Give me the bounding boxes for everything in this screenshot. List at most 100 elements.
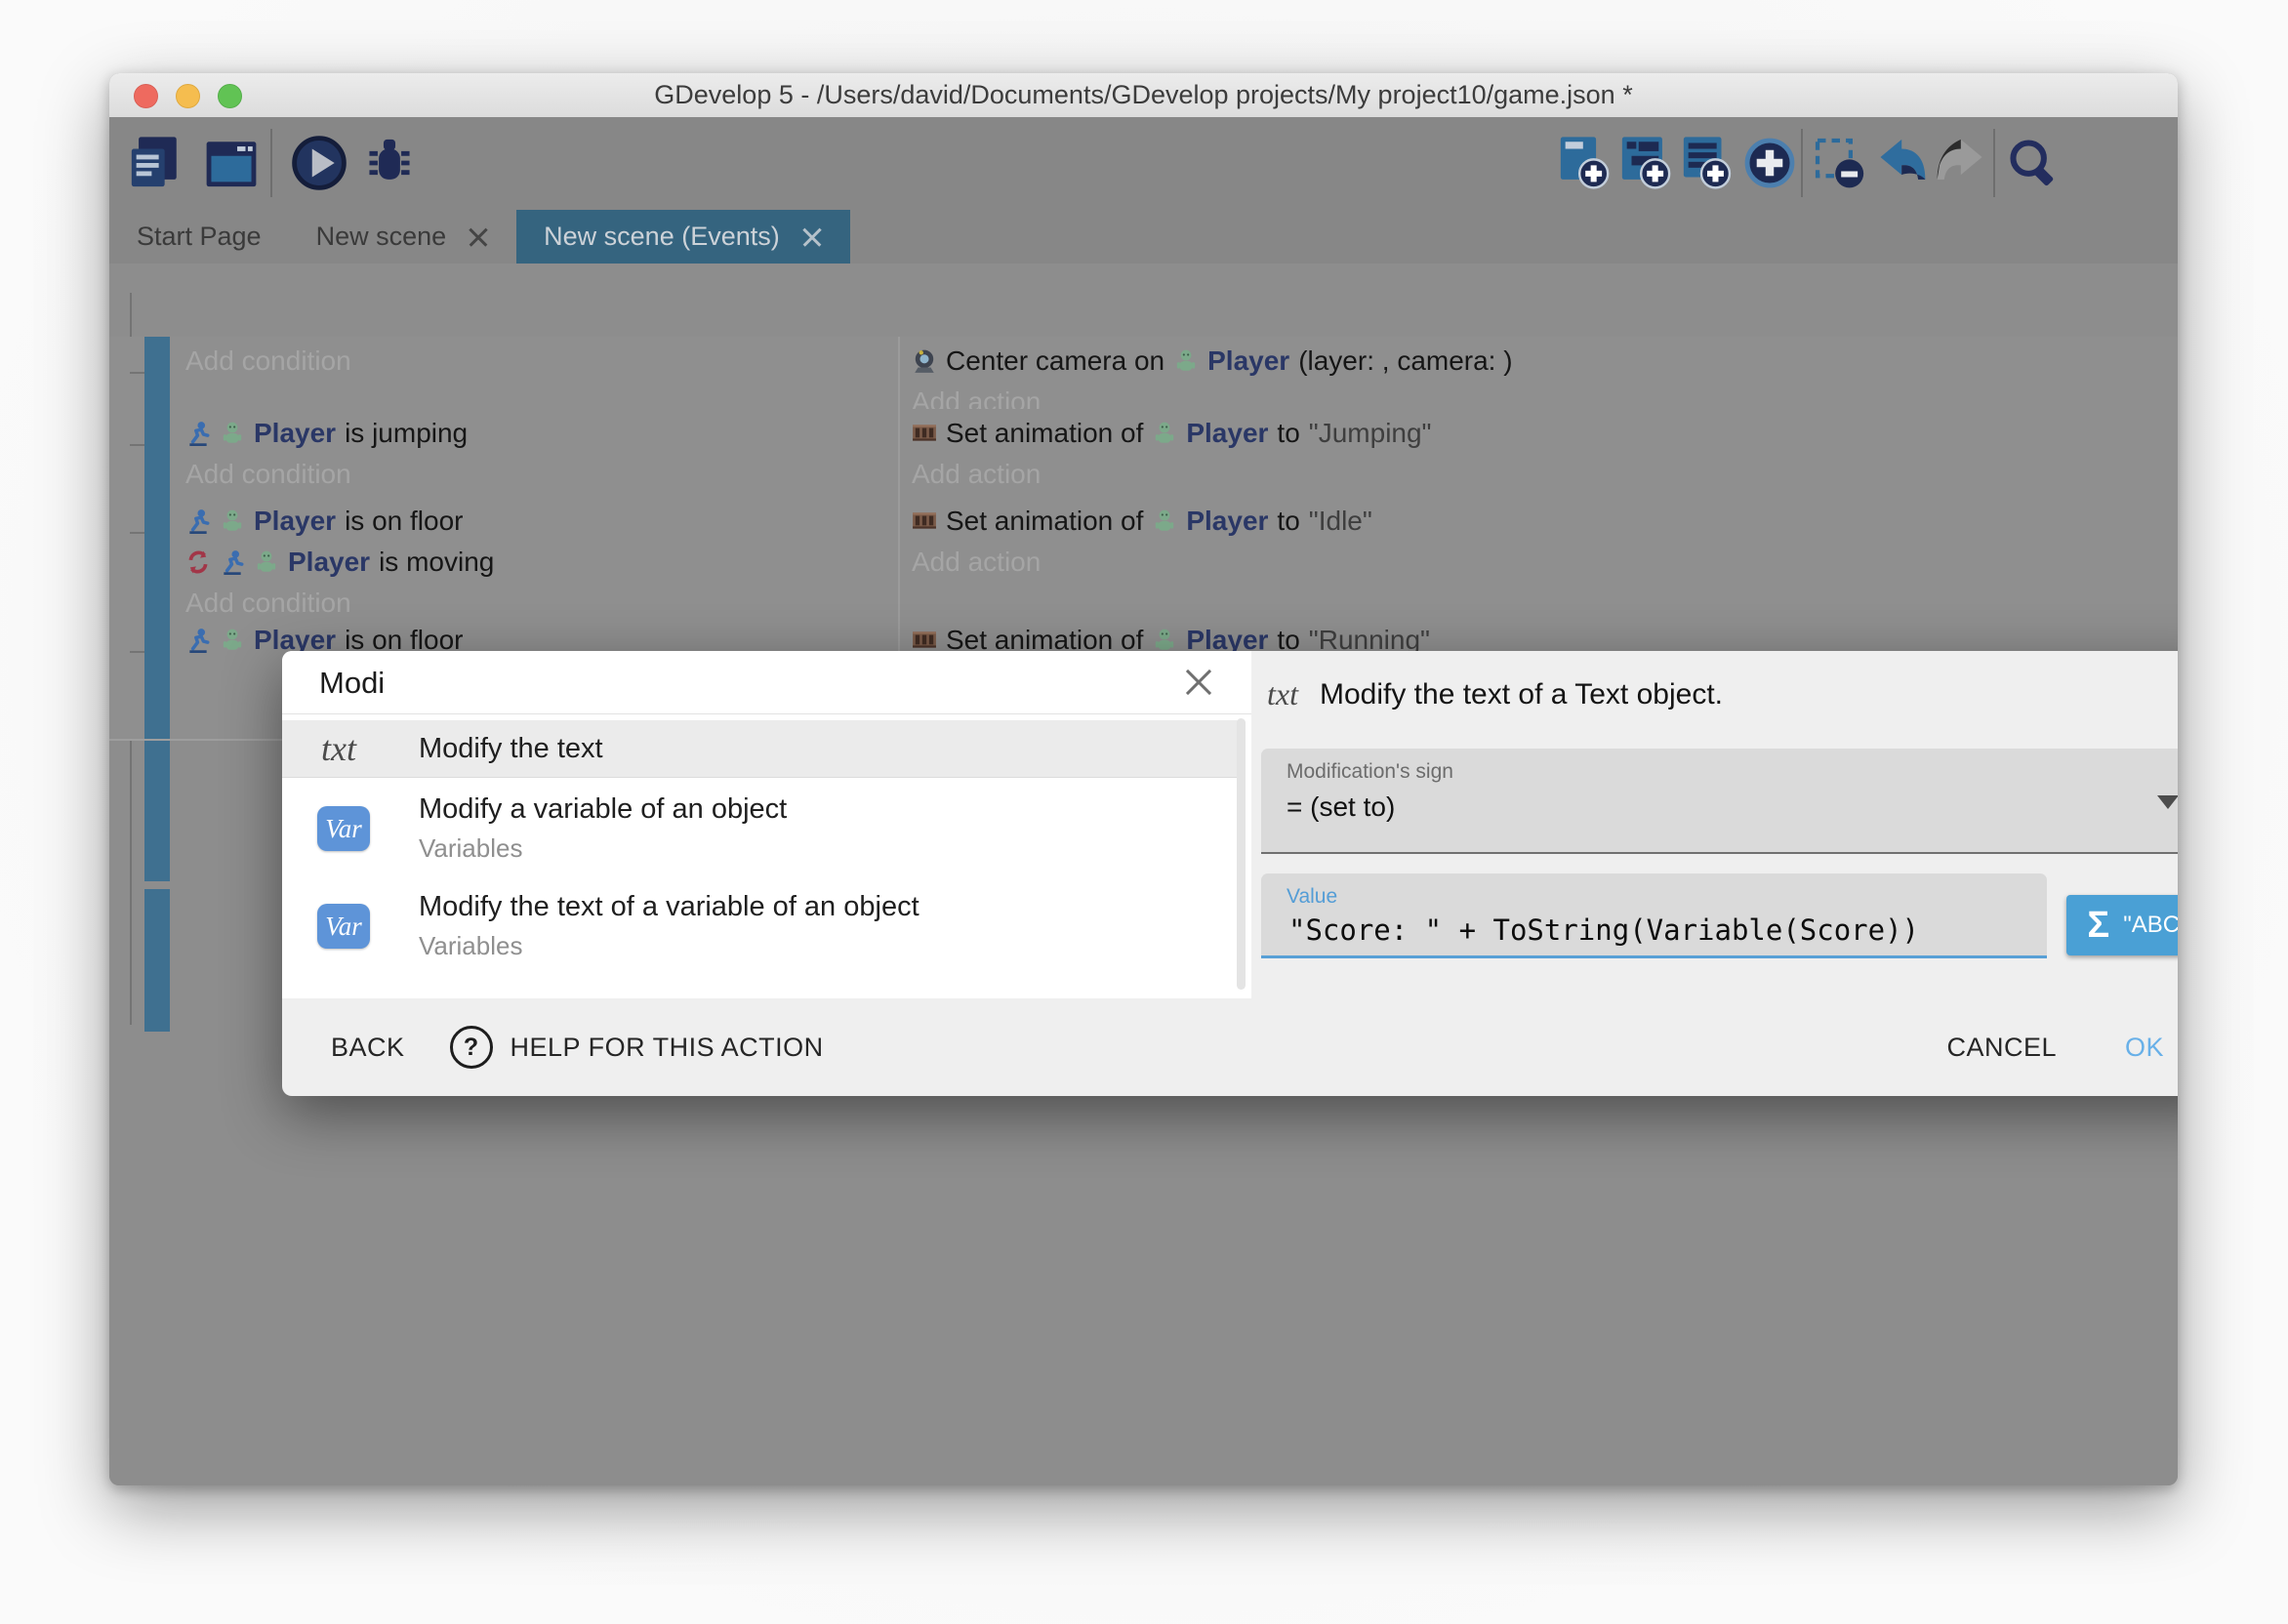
instruction-list-panel: Var Modify the text of a variable of an o… [282,651,1251,998]
desktop: GDevelop 5 - /Users/david/Documents/GDev… [0,0,2288,1624]
add-event-icon[interactable] [1556,135,1613,191]
event-bar[interactable] [144,409,170,497]
player-icon [1152,508,1177,534]
event-row: Player is jumpingAdd condition Set animat… [109,409,2178,499]
close-tab-icon[interactable] [801,226,823,248]
list-item-title: Modify the text [419,733,1238,765]
player-icon [220,508,245,534]
value-field[interactable]: Value [1261,873,2047,958]
tab-label: New scene (Events) [544,222,780,252]
debug-icon[interactable] [361,135,418,191]
undo-icon[interactable] [1872,135,1929,191]
event-instruction[interactable]: Player is jumping [185,414,888,453]
search-input[interactable] [317,661,1141,706]
add-condition-button[interactable]: Add condition [185,455,888,494]
event-bar[interactable] [144,616,170,739]
scrollbar[interactable] [1237,718,1246,990]
event-instruction[interactable]: Player is moving [185,543,888,582]
list-item[interactable]: txtModify the text [282,720,1238,778]
project-manager-icon[interactable] [127,135,184,191]
add-action-button[interactable]: Add action [912,455,2168,494]
add-action-button[interactable]: Add action [912,543,2168,582]
event-instruction[interactable]: Set animation of Player to "Idle" [912,502,2168,541]
conditions-cell: Player is jumpingAdd condition [185,409,888,497]
tab-new-scene-events[interactable]: New scene (Events) [516,210,850,264]
instruction-text: to [1277,506,1299,537]
var-icon: Var [317,904,370,949]
back-button[interactable]: BACK [331,1033,405,1063]
instruction-header: txt Modify the text of a Text object. [1267,676,1723,712]
object-name: Player [254,418,336,449]
runner-icon [185,421,211,446]
tab-start-page[interactable]: Start Page [109,210,289,264]
window-title: GDevelop 5 - /Users/david/Documents/GDev… [109,73,2178,117]
gdevelop-window: GDevelop 5 - /Users/david/Documents/GDev… [109,73,2178,1485]
instruction-text: to [1277,418,1299,449]
search-row [282,651,1251,714]
invert-icon [185,549,211,575]
expression-builder-button[interactable]: Σ "ABC" [2066,895,2178,955]
object-name: Player [254,506,336,537]
object-name: Player [1207,345,1289,377]
search-icon[interactable] [2005,135,2062,191]
value-input[interactable] [1287,909,2022,952]
player-icon [220,628,245,653]
redo-icon[interactable] [1934,135,1990,191]
player-icon [1152,628,1177,653]
object-name: Player [1186,418,1268,449]
toolbar-separator [270,129,272,197]
event-tree-stub [130,372,144,374]
list-item[interactable]: VarModify a variable of an objectVariabl… [282,785,1238,873]
event-tree-stub [130,532,144,534]
toolbar [109,117,2178,210]
add-subevent-icon[interactable] [1617,135,1674,191]
event-bar[interactable] [144,497,170,616]
tab-label: Start Page [137,222,262,252]
close-icon[interactable] [1183,667,1214,698]
dialog-footer: BACK ? HELP FOR THIS ACTION CANCEL OK [282,998,2178,1096]
delete-event-icon[interactable] [1812,135,1868,191]
column-divider [898,409,900,497]
field-value: = (set to) [1287,792,1395,823]
help-icon: ? [450,1026,493,1069]
instruction-text: is on floor [345,506,463,537]
actions-cell: Set animation of Player to "Jumping"Add … [912,409,2168,497]
instruction-text: Center camera on [946,345,1164,377]
ok-button[interactable]: OK [2125,1033,2164,1063]
event-bar[interactable] [144,337,170,409]
list-item[interactable]: Var Modify the text of a variable of an o… [282,882,1238,970]
field-label: Value [1287,885,1337,909]
modification-sign-select[interactable]: Modification's sign = (set to) [1261,749,2178,854]
conditions-cell: Add condition [185,337,888,409]
cancel-button[interactable]: CANCEL [1946,1033,2057,1063]
event-instruction[interactable]: Set animation of Player to "Jumping" [912,414,2168,453]
help-button[interactable]: ? HELP FOR THIS ACTION [450,1026,824,1069]
event-tree-stub [130,444,144,446]
add-circle-icon[interactable] [1741,135,1798,191]
abc-label: "ABC" [2123,912,2178,939]
tab-label: New scene [316,222,447,252]
event-instruction[interactable]: Player is on floor [185,502,888,541]
film-icon [912,421,937,446]
list-item-title: Modify a variable of an object [419,793,1238,826]
close-tab-icon[interactable] [468,226,489,248]
add-comment-icon[interactable] [1679,135,1736,191]
instruction-text: "Idle" [1309,506,1372,537]
list-item-title: Modify the text of a variable of an obje… [419,891,1238,923]
player-icon [1152,421,1177,446]
tab-bar: Start Page New scene New scene (Events) [109,210,2178,264]
sigma-icon: Σ [2087,907,2109,944]
instruction-text: Set animation of [946,418,1143,449]
add-condition-button[interactable]: Add condition [185,342,888,381]
scene-editor-icon[interactable] [203,135,260,191]
tab-new-scene[interactable]: New scene [289,210,517,264]
event-instruction[interactable]: Center camera on Player (layer: , camera… [912,342,2168,381]
instruction-title: Modify the text of a Text object. [1320,678,1723,711]
event-bar [144,889,170,1032]
actions-cell: Set animation of Player to "Idle"Add act… [912,497,2168,616]
object-name: Player [1186,506,1268,537]
play-icon[interactable] [291,135,347,191]
film-icon [912,508,937,534]
list-item-subtitle: Variables [419,833,1238,864]
player-icon [254,549,279,575]
